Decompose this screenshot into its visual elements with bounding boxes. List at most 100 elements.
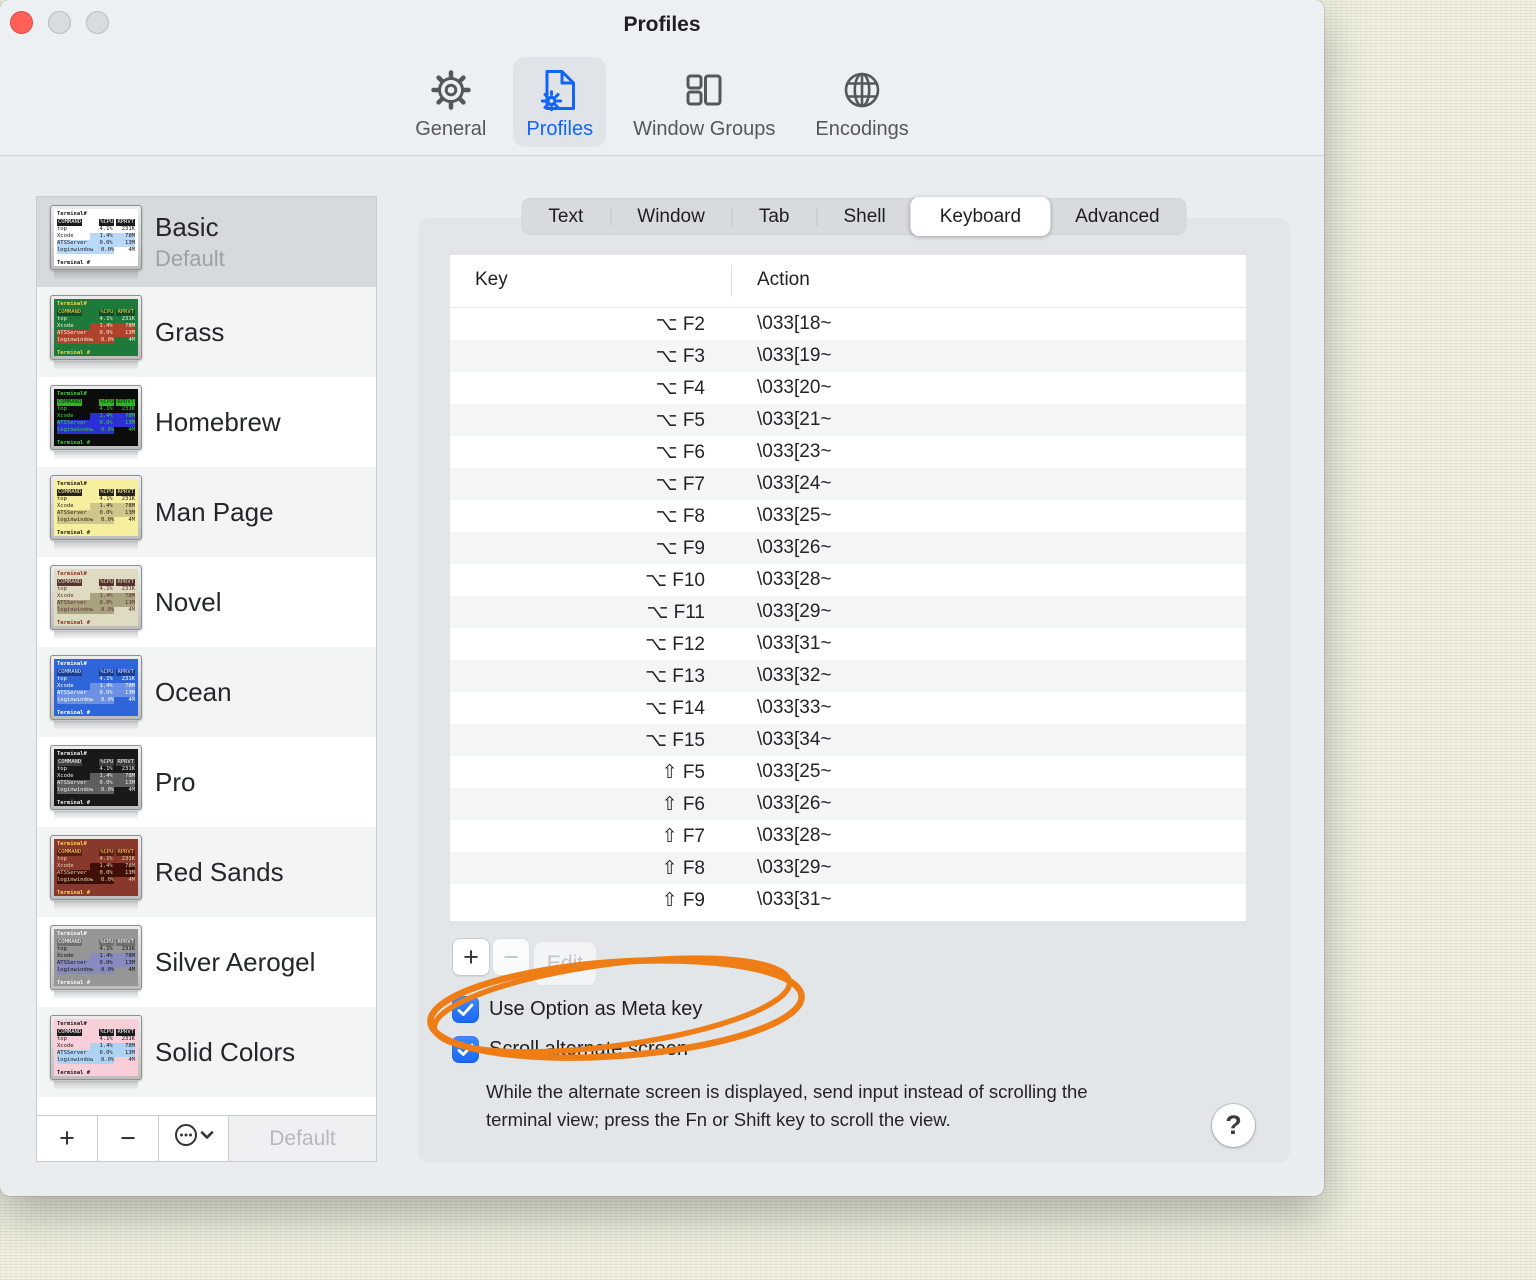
action-cell: \033[29~ [757, 857, 832, 878]
table-row[interactable]: ⌥ F11 \033[29~ [450, 596, 1246, 628]
more-options-button[interactable] [159, 1116, 229, 1161]
table-row[interactable]: ⇧ F9 \033[31~ [450, 884, 1246, 916]
tab-shell[interactable]: Shell [816, 198, 912, 235]
key-cell: ⌥ F12 [645, 633, 705, 655]
tab-label: Tab [758, 206, 790, 227]
table-row[interactable]: ⇧ F8 \033[29~ [450, 852, 1246, 884]
action-cell: \033[32~ [757, 665, 832, 686]
sidebar-item-pro[interactable]: Terminal# COMMAND %CPU RPRVT top 4.1% 231K … [37, 737, 376, 827]
key-cell: ⌥ F15 [645, 729, 705, 751]
key-column-header: Key [475, 269, 508, 290]
table-row[interactable]: ⇧ F6 \033[26~ [450, 788, 1246, 820]
sidebar-item-ocean[interactable]: Terminal# COMMAND %CPU RPRVT top 4.1% 231K … [37, 647, 376, 737]
tab-advanced[interactable]: Advanced [1048, 198, 1187, 235]
add-profile-button[interactable]: + [37, 1116, 98, 1161]
default-button[interactable]: Default [229, 1116, 376, 1161]
zoom-button[interactable] [86, 11, 109, 34]
table-row[interactable]: ⌥ F10 \033[28~ [450, 564, 1246, 596]
profile-name: Silver Aerogel [155, 946, 316, 977]
action-cell: \033[34~ [757, 729, 832, 750]
titlebar: Profiles [0, 0, 1324, 48]
toolbar-item-profiles[interactable]: Profiles [513, 56, 607, 147]
thumbnail-reflection [54, 630, 138, 640]
remove-profile-button[interactable]: − [98, 1116, 159, 1161]
key-cell: ⌥ F10 [645, 569, 705, 591]
action-cell: \033[31~ [757, 889, 832, 910]
scroll-alternate-screen-row: Scroll alternate screen [452, 1036, 688, 1063]
action-cell: \033[19~ [757, 345, 832, 366]
profile-thumbnail: Terminal# COMMAND %CPU RPRVT top 4.1% 231K … [50, 744, 142, 820]
table-row[interactable]: ⌥ F12 \033[31~ [450, 628, 1246, 660]
table-row[interactable]: ⌥ F7 \033[24~ [450, 468, 1246, 500]
table-row[interactable]: ⇧ F7 \033[28~ [450, 820, 1246, 852]
key-cell: ⌥ F13 [645, 665, 705, 687]
scroll-alternate-screen-checkbox[interactable] [452, 1036, 479, 1063]
profile-name: Red Sands [155, 856, 284, 887]
table-body: ⌥ F2 \033[18~ ⌥ F3 \033[19~ ⌥ F4 \033[20… [450, 308, 1246, 916]
tab-keyboard[interactable]: Keyboard [910, 197, 1051, 236]
toolbar-item-encodings[interactable]: Encodings [802, 57, 921, 147]
scroll-alternate-screen-label: Scroll alternate screen [489, 1038, 688, 1060]
sidebar-item-homebrew[interactable]: Terminal# COMMAND %CPU RPRVT top 4.1% 231K … [37, 377, 376, 467]
sidebar-item-novel[interactable]: Terminal# COMMAND %CPU RPRVT top 4.1% 231K … [37, 557, 376, 647]
table-row[interactable]: ⌥ F6 \033[23~ [450, 436, 1246, 468]
table-row[interactable]: ⇧ F5 \033[25~ [450, 756, 1246, 788]
tab-tab[interactable]: Tab [731, 198, 817, 235]
sidebar-item-grass[interactable]: Terminal# COMMAND %CPU RPRVT top 4.1% 231K … [37, 287, 376, 377]
table-row[interactable]: ⌥ F2 \033[18~ [450, 308, 1246, 340]
action-cell: \033[25~ [757, 761, 832, 782]
action-cell: \033[25~ [757, 505, 832, 526]
key-action-table[interactable]: Key Action ⌥ F2 \033[18~ ⌥ F3 \033[19~ ⌥… [450, 255, 1246, 921]
profile-default-badge: Default [155, 246, 225, 271]
key-cell: ⌥ F11 [646, 601, 705, 623]
sidebar-item-red-sands[interactable]: Terminal# COMMAND %CPU RPRVT top 4.1% 231K … [37, 827, 376, 917]
minimize-button[interactable] [48, 11, 71, 34]
tab-text[interactable]: Text [521, 198, 610, 235]
toolbar-item-label: General [415, 117, 487, 140]
help-button[interactable]: ? [1212, 1104, 1255, 1147]
profile-name: Basic [155, 212, 219, 242]
action-cell: \033[28~ [757, 569, 832, 590]
tab-bar: Text Window Tab Shell Keyboard Advanced [521, 197, 1187, 236]
toolbar-item-window-groups[interactable]: Window Groups [620, 57, 788, 147]
key-cell: ⌥ F2 [655, 313, 705, 335]
table-row[interactable]: ⌥ F14 \033[33~ [450, 692, 1246, 724]
remove-key-button[interactable]: − [492, 938, 530, 976]
globe-icon [838, 63, 886, 117]
table-row[interactable]: ⌥ F8 \033[25~ [450, 500, 1246, 532]
edit-key-button[interactable]: Edit [533, 941, 597, 986]
sidebar-item-man-page[interactable]: Terminal# COMMAND %CPU RPRVT top 4.1% 231K … [37, 467, 376, 557]
table-row[interactable]: ⌥ F15 \033[34~ [450, 724, 1246, 756]
toolbar-item-general[interactable]: General [402, 57, 499, 147]
profile-thumbnail: Terminal# COMMAND %CPU RPRVT top 4.1% 231K … [50, 204, 142, 280]
use-option-as-meta-key-label: Use Option as Meta key [489, 998, 703, 1020]
sidebar-item-basic[interactable]: Terminal# COMMAND %CPU RPRVT top 4.1% 231K … [37, 197, 376, 287]
close-button[interactable] [10, 11, 33, 34]
tab-label: Shell [843, 206, 886, 227]
key-cell: ⌥ F3 [655, 345, 705, 367]
action-cell: \033[24~ [757, 473, 832, 494]
action-cell: \033[26~ [757, 537, 832, 558]
key-cell: ⌥ F8 [655, 505, 705, 527]
sidebar-item-silver-aerogel[interactable]: Terminal# COMMAND %CPU RPRVT top 4.1% 231K … [37, 917, 376, 1007]
profile-name: Novel [155, 586, 222, 617]
table-row[interactable]: ⌥ F13 \033[32~ [450, 660, 1246, 692]
table-row[interactable]: ⌥ F4 \033[20~ [450, 372, 1246, 404]
action-cell: \033[21~ [757, 409, 832, 430]
sidebar-footer: + − Default [37, 1115, 376, 1161]
sidebar-item-solid-colors[interactable]: Terminal# COMMAND %CPU RPRVT top 4.1% 231K … [37, 1007, 376, 1097]
thumbnail-reflection [54, 990, 138, 1000]
profile-name: Man Page [155, 496, 274, 527]
tab-window[interactable]: Window [610, 198, 732, 235]
toolbar: General Profiles Window Groups Encodings [0, 48, 1324, 156]
thumbnail-reflection [54, 720, 138, 730]
table-row[interactable]: ⌥ F5 \033[21~ [450, 404, 1246, 436]
more-options-icon [172, 1122, 216, 1155]
use-option-as-meta-key-checkbox[interactable] [452, 996, 479, 1023]
table-row[interactable]: ⌥ F9 \033[26~ [450, 532, 1246, 564]
desktop: Profiles General Profiles Window Groups … [0, 0, 1536, 1280]
table-row[interactable]: ⌥ F3 \033[19~ [450, 340, 1246, 372]
key-cell: ⇧ F5 [661, 761, 705, 783]
add-key-button[interactable]: + [452, 938, 490, 976]
window-title: Profiles [623, 13, 701, 36]
